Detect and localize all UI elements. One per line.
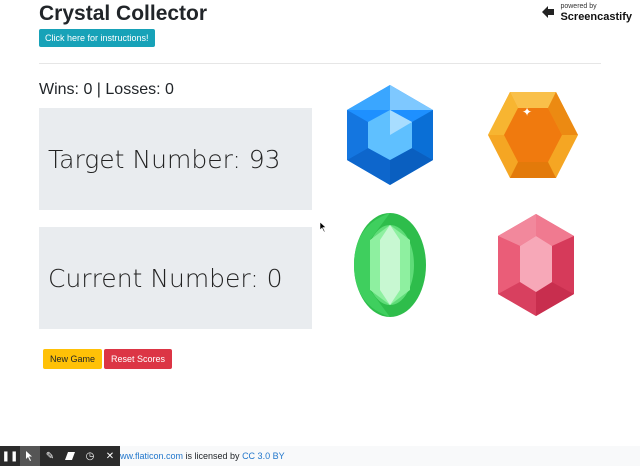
pink-hexagon-gem-icon — [498, 214, 574, 316]
current-number-panel: Current Number: 0 — [39, 227, 312, 329]
instructions-button[interactable]: Click here for instructions! — [39, 29, 155, 47]
crystal-green[interactable] — [340, 210, 440, 320]
timer-icon[interactable]: ◷ — [80, 446, 100, 466]
current-number: Current Number: 0 — [48, 263, 283, 293]
new-game-button[interactable]: New Game — [43, 349, 103, 369]
crystal-pink[interactable] — [486, 210, 586, 320]
header-divider — [39, 63, 601, 64]
recording-toolbar: ❚❚ ✎ ◷ ✕ — [0, 446, 120, 466]
svg-text:✦: ✦ — [522, 105, 532, 119]
screencastify-logo-icon — [542, 6, 555, 18]
blue-hexagon-gem-icon — [347, 85, 433, 185]
mouse-cursor-icon — [320, 222, 327, 232]
close-icon[interactable]: ✕ — [100, 446, 120, 466]
crystal-orange[interactable]: ✦ — [478, 80, 578, 190]
pause-icon[interactable]: ❚❚ — [0, 446, 20, 466]
green-oval-gem-icon — [354, 213, 426, 317]
target-number-panel: Target Number: 93 — [39, 108, 312, 210]
page-title: Crystal Collector — [39, 2, 208, 25]
screencastify-watermark: powered by Screencastify — [540, 2, 632, 23]
license-text: ww.flaticon.com is licensed by CC 3.0 BY — [120, 446, 285, 466]
crystal-blue[interactable] — [340, 80, 440, 190]
watermark-brand: Screencastify — [560, 11, 632, 23]
pointer-icon[interactable] — [20, 446, 40, 466]
flaticon-link[interactable]: ww.flaticon.com — [120, 451, 183, 461]
cc-license-link[interactable]: CC 3.0 BY — [242, 451, 285, 461]
pen-icon[interactable]: ✎ — [40, 446, 60, 466]
scoreboard: Wins: 0 | Losses: 0 — [39, 81, 174, 98]
license-middle-text: is licensed by — [183, 451, 243, 461]
target-number: Target Number: 93 — [48, 144, 281, 174]
orange-hexagon-gem-icon: ✦ — [488, 92, 578, 178]
eraser-icon[interactable] — [60, 446, 80, 466]
reset-scores-button[interactable]: Reset Scores — [104, 349, 173, 369]
